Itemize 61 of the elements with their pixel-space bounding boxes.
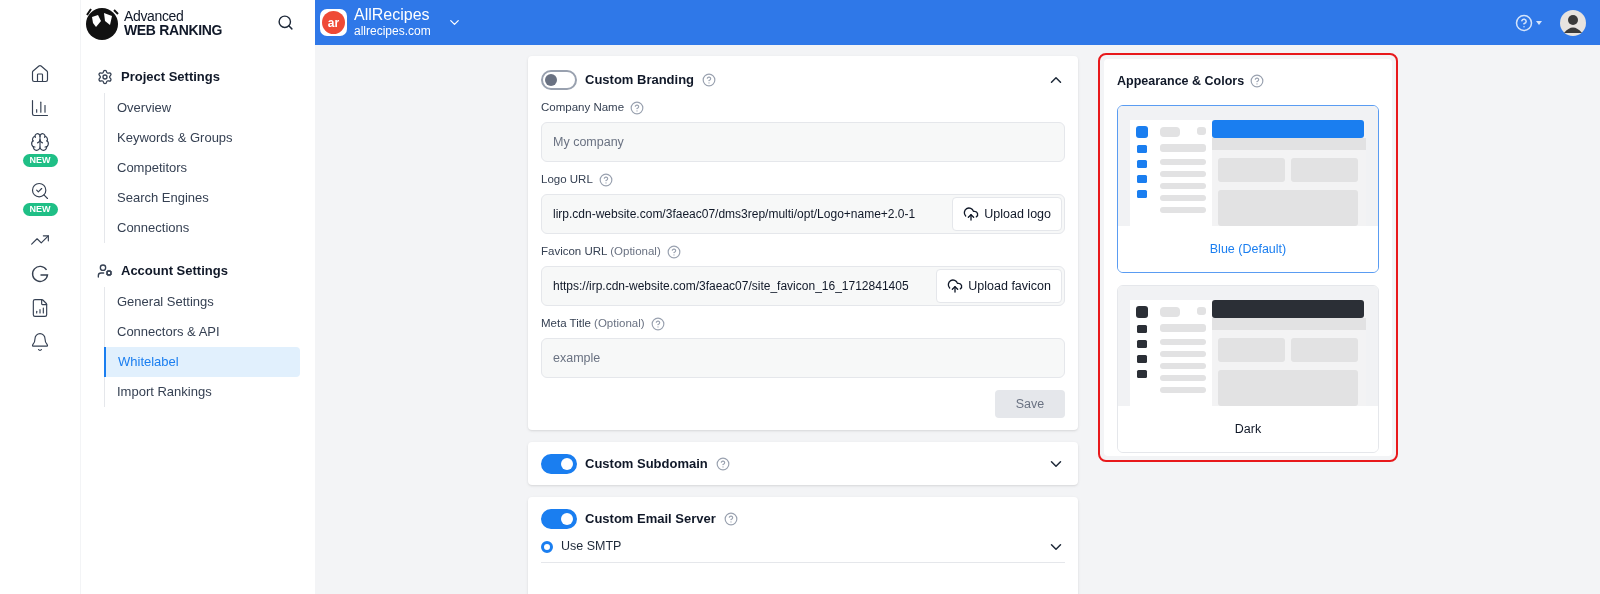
nav-item[interactable]: Keywords & Groups (105, 123, 300, 153)
help-icon[interactable] (650, 317, 665, 331)
new-badge: NEW (22, 203, 58, 216)
help-icon[interactable] (630, 101, 645, 115)
card-title: Custom Branding (585, 71, 695, 90)
text-field[interactable]: My company (541, 122, 1065, 162)
project-name: AllRecipes (354, 5, 431, 23)
help-icon[interactable] (715, 456, 730, 471)
theme-option[interactable]: Dark (1117, 285, 1379, 453)
nav-item[interactable]: Search Engines (105, 183, 300, 213)
field-label: Favicon URL (Optional) (541, 244, 661, 260)
help-icon[interactable] (598, 173, 613, 187)
avatar[interactable] (1560, 9, 1586, 36)
bell-icon[interactable] (30, 332, 50, 352)
user-gear-icon (97, 263, 113, 279)
section-heading: Project Settings (121, 68, 220, 87)
new-badge: NEW (22, 154, 58, 167)
upload-button[interactable]: Upload logo (952, 197, 1062, 231)
nav-item[interactable]: Connections (105, 213, 300, 243)
bar-chart-icon[interactable] (30, 98, 50, 118)
field-label: Meta Title (Optional) (541, 316, 645, 332)
logo-text: WEB RANKING (124, 22, 223, 37)
help-icon[interactable] (666, 245, 681, 259)
text-field[interactable]: example (541, 338, 1065, 378)
toggle-switch[interactable] (541, 70, 577, 90)
toggle-switch[interactable] (541, 453, 577, 474)
help-icon[interactable] (723, 512, 738, 526)
theme-option[interactable]: Blue (Default) (1117, 105, 1379, 273)
cloud-upload-icon (947, 278, 964, 294)
home-icon[interactable] (30, 64, 50, 84)
toggle-switch[interactable] (541, 509, 577, 529)
card-title: Custom Subdomain (585, 454, 708, 473)
nav-item[interactable]: Connectors & API (105, 317, 300, 347)
caret-icon[interactable] (1536, 20, 1542, 25)
logo-text: Advanced (124, 8, 185, 23)
nav-item[interactable]: Import Rankings (105, 377, 300, 407)
nav-item[interactable]: Overview (105, 93, 300, 123)
section-heading: Account Settings (121, 262, 228, 281)
field-label: Logo URL (541, 172, 593, 188)
magnifier-icon[interactable] (30, 181, 50, 201)
project-domain: allrecipes.com (354, 23, 431, 40)
help-icon[interactable] (702, 73, 717, 87)
brain-icon[interactable] (30, 132, 50, 152)
radio-button[interactable] (541, 540, 553, 553)
card-title: Appearance & Colors (1117, 72, 1245, 90)
url-field[interactable]: https://irp.cdn-website.com/3faeac07/site_favicon_16_1712841405 Upload favicon (541, 266, 1065, 306)
search-icon[interactable] (277, 14, 294, 31)
cloud-upload-icon (963, 206, 980, 222)
gear-icon (97, 69, 113, 85)
radio-label: Use SMTP (561, 538, 623, 556)
report-icon[interactable] (30, 298, 50, 318)
project-logo: ar (320, 9, 347, 36)
field-label: Company Name (541, 100, 625, 116)
card-title: Custom Email Server (585, 510, 716, 529)
nav-item[interactable]: General Settings (105, 287, 300, 317)
url-field[interactable]: lirp.cdn-website.com/3faeac07/dms3rep/multi/opt/Logo+name+2.0-1 Upload logo (541, 194, 1065, 234)
help-icon[interactable] (1250, 74, 1265, 88)
upload-button[interactable]: Upload favicon (936, 269, 1062, 303)
google-g-icon[interactable] (30, 264, 50, 284)
nav-item[interactable]: Competitors (105, 153, 300, 183)
nav-item[interactable]: Whitelabel (104, 347, 300, 377)
